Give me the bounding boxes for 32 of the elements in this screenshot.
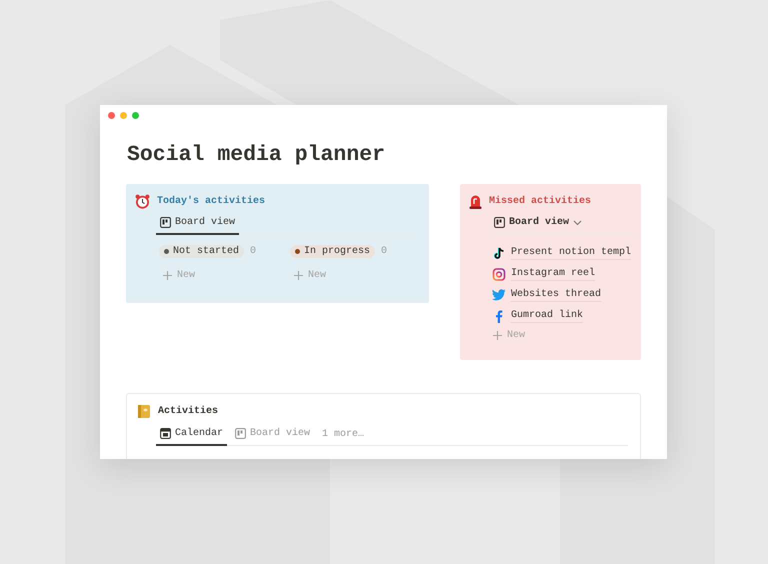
callout-heading: Missed activities bbox=[489, 196, 592, 207]
camera-icon bbox=[492, 268, 506, 280]
board-icon bbox=[235, 428, 246, 439]
zoom-control[interactable] bbox=[132, 112, 139, 119]
count-label: 0 bbox=[250, 246, 256, 257]
count-label: 0 bbox=[381, 246, 388, 257]
siren-icon bbox=[469, 194, 482, 209]
calendar-icon bbox=[160, 428, 171, 439]
note-icon bbox=[492, 246, 506, 260]
bird-icon bbox=[492, 289, 506, 301]
list-item[interactable]: Instagram reel bbox=[511, 267, 596, 281]
plus-icon bbox=[294, 271, 303, 280]
view-tab[interactable]: Board view bbox=[490, 217, 586, 235]
page-title: Social media planner bbox=[127, 142, 386, 168]
plus-icon bbox=[163, 271, 172, 280]
status-tag: Not started bbox=[159, 245, 244, 258]
alarm-clock-icon bbox=[135, 194, 150, 209]
list-item[interactable]: Websites thread bbox=[511, 288, 602, 302]
list-item[interactable]: Present notion templ bbox=[511, 246, 632, 260]
list-item[interactable]: Gumroad link bbox=[511, 309, 584, 323]
database-heading: Activities bbox=[158, 406, 218, 417]
callout-heading: Today's activities bbox=[157, 196, 266, 207]
plus-icon bbox=[493, 331, 502, 340]
status-tag: In progress bbox=[290, 245, 376, 258]
board-icon bbox=[494, 217, 505, 228]
minimize-control[interactable] bbox=[120, 112, 127, 119]
view-tab[interactable]: Board view bbox=[156, 217, 240, 235]
close-control[interactable] bbox=[108, 112, 115, 119]
view-tab[interactable]: Calendar bbox=[156, 428, 228, 446]
caret-icon bbox=[573, 220, 582, 226]
folder-icon bbox=[137, 404, 151, 419]
board-icon bbox=[160, 217, 171, 228]
